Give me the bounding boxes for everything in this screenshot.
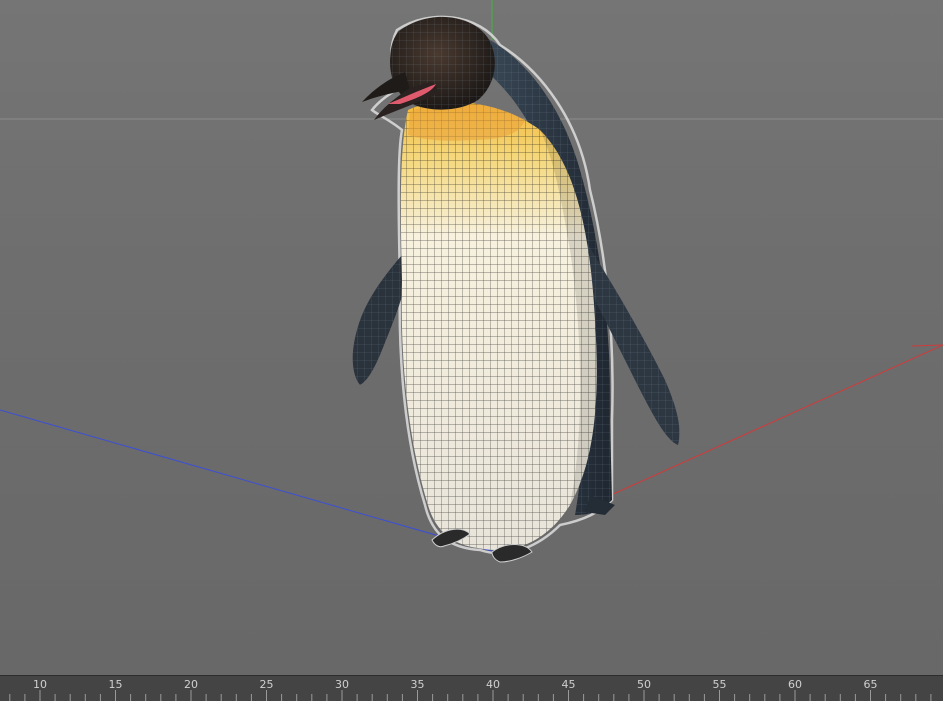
penguin-model xyxy=(352,15,680,563)
frame-label: 10 xyxy=(33,678,47,691)
frame-label: 20 xyxy=(184,678,198,691)
3d-viewport[interactable] xyxy=(0,0,943,675)
frame-label: 25 xyxy=(259,678,274,691)
frame-label: 55 xyxy=(712,678,727,691)
frame-label: 40 xyxy=(486,678,500,691)
x-axis-arrow xyxy=(911,344,943,347)
frame-label: 30 xyxy=(335,678,349,691)
frame-label: 60 xyxy=(788,678,802,691)
frame-label: 15 xyxy=(108,678,123,691)
frame-label: 50 xyxy=(637,678,651,691)
frame-label: 65 xyxy=(863,678,878,691)
penguin-neck-patch xyxy=(408,102,525,141)
frame-label: 35 xyxy=(410,678,425,691)
viewport-scene[interactable] xyxy=(0,0,943,675)
timeline-ruler[interactable]: 10 15 20 25 30 35 40 45 50 55 60 65 xyxy=(0,675,943,701)
frame-label: 45 xyxy=(561,678,576,691)
